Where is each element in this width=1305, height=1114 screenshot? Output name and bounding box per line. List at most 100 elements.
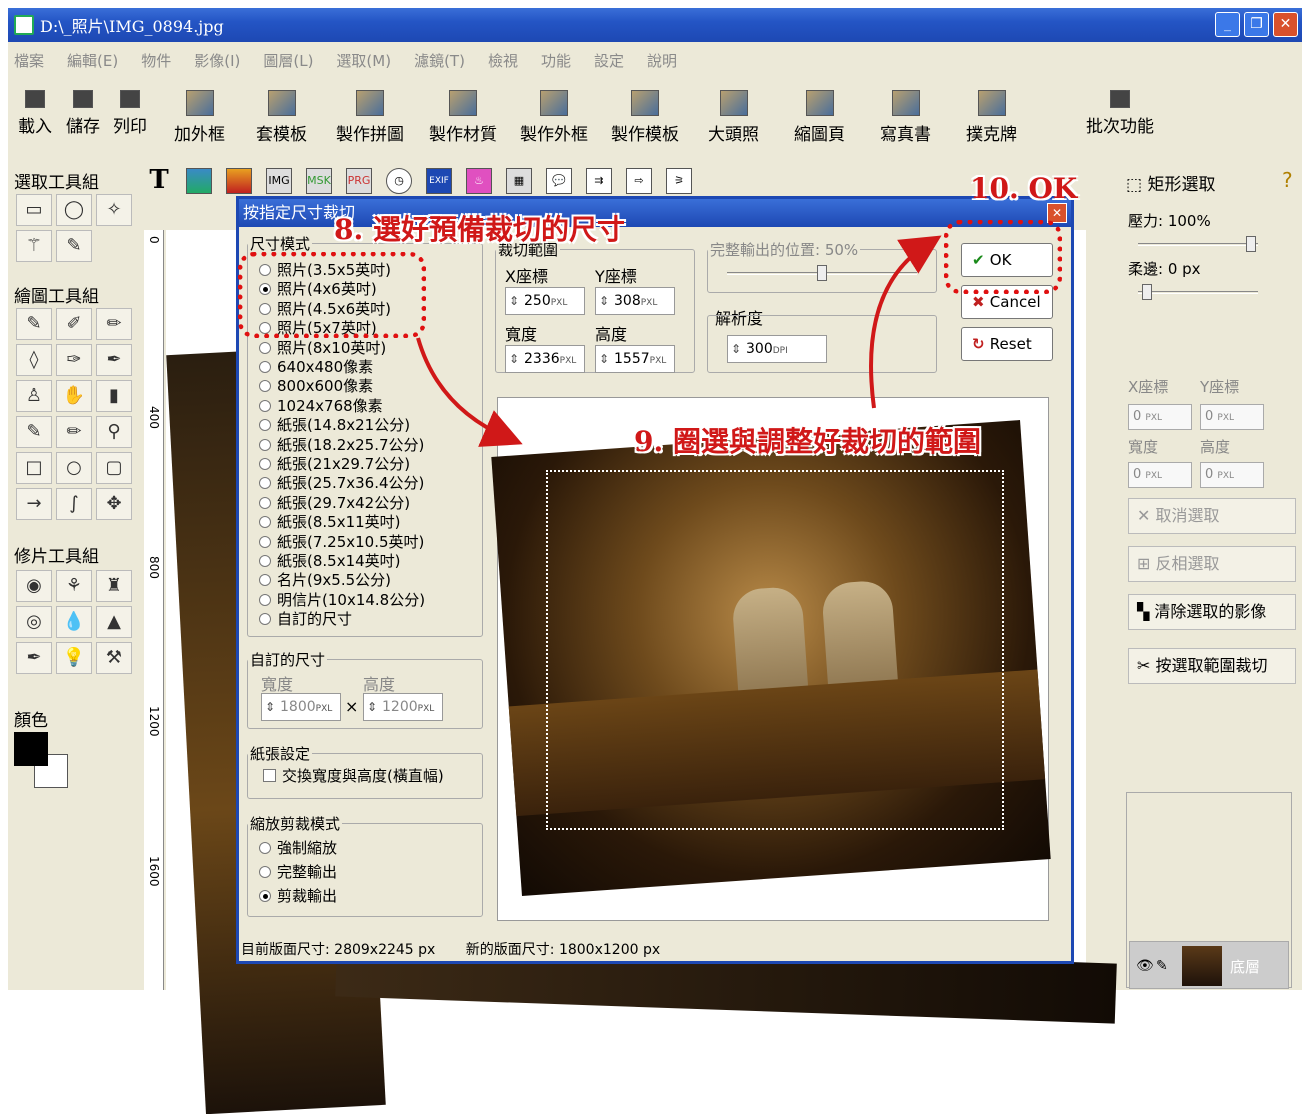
- airbrush-tool[interactable]: ✐: [56, 308, 92, 340]
- smudge-tool[interactable]: ✑: [56, 344, 92, 376]
- swap-dimensions-checkbox[interactable]: 交換寬度與高度(橫直幅): [263, 765, 444, 786]
- menu-object[interactable]: 物件: [141, 50, 171, 71]
- ellipse-shape-tool[interactable]: ○: [56, 452, 92, 484]
- size-option-radio[interactable]: 640x480像素: [259, 356, 373, 377]
- radio-dot[interactable]: [259, 574, 271, 587]
- radio-dot[interactable]: [259, 419, 271, 432]
- make-template-button[interactable]: 製作模板: [611, 90, 679, 145]
- img-object-icon[interactable]: IMG: [266, 168, 292, 194]
- brush-tool[interactable]: ✎: [16, 308, 52, 340]
- align-icon[interactable]: ⇉: [586, 168, 612, 194]
- minimize-button[interactable]: _: [1215, 12, 1240, 37]
- close-button[interactable]: ✕: [1273, 12, 1298, 37]
- size-option-radio[interactable]: 紙張(21x29.7公分): [259, 453, 410, 474]
- height-field[interactable]: 0 PXL: [1200, 462, 1264, 488]
- size-option-radio[interactable]: 紙張(18.2x25.7公分): [259, 434, 424, 455]
- speech-bubble-icon[interactable]: 💬: [546, 168, 572, 194]
- radio-dot[interactable]: [259, 535, 271, 548]
- mask-object-icon[interactable]: MSK: [306, 168, 332, 194]
- feather-slider[interactable]: [1128, 284, 1268, 300]
- text-tool-icon[interactable]: T: [146, 167, 172, 194]
- menu-layer[interactable]: 圖層(L): [263, 50, 313, 71]
- radio-dot[interactable]: [259, 399, 271, 412]
- rectangle-shape-tool[interactable]: □: [16, 452, 52, 484]
- pen-tool[interactable]: ✏: [56, 416, 92, 448]
- dodge-tool[interactable]: ♜: [96, 570, 132, 602]
- radio-dot[interactable]: [259, 341, 271, 354]
- menu-edit[interactable]: 編輯(E): [67, 50, 118, 71]
- arrow-shape-icon[interactable]: ⇨: [626, 168, 652, 194]
- size-option-radio[interactable]: 1024x768像素: [259, 395, 383, 416]
- menu-settings[interactable]: 設定: [594, 50, 624, 71]
- radio-dot[interactable]: [259, 380, 271, 393]
- eye-icon[interactable]: 👁: [1136, 958, 1154, 974]
- blur-tool[interactable]: 💧: [56, 606, 92, 638]
- scale-option-radio[interactable]: 強制縮放: [259, 837, 337, 858]
- crop-preview[interactable]: [491, 397, 1051, 921]
- size-option-radio[interactable]: 名片(9x5.5公分): [259, 569, 391, 590]
- apply-template-button[interactable]: 套模板: [256, 90, 307, 145]
- size-option-radio[interactable]: 紙張(25.7x36.4公分): [259, 472, 424, 493]
- sharpen-tool[interactable]: ◎: [16, 606, 52, 638]
- eyedropper-tool[interactable]: ⚲: [96, 416, 132, 448]
- menu-select[interactable]: 選取(M): [336, 50, 391, 71]
- radio-dot[interactable]: [259, 361, 271, 373]
- radio-dot[interactable]: [259, 438, 271, 451]
- checkbox-box[interactable]: [263, 769, 276, 782]
- scale-option-radio[interactable]: 剪裁輸出: [259, 885, 337, 906]
- radio-dot[interactable]: [259, 496, 271, 509]
- radio-dot[interactable]: [259, 866, 271, 878]
- load-button[interactable]: 載入: [18, 90, 52, 137]
- reset-button[interactable]: ↻ Reset: [961, 327, 1053, 361]
- clear-selection-button[interactable]: ▚ 清除選取的影像: [1128, 594, 1296, 630]
- menu-help[interactable]: 說明: [647, 50, 677, 71]
- clone-tool[interactable]: ⚘: [56, 570, 92, 602]
- radio-dot[interactable]: [259, 477, 271, 490]
- crop-selection-box[interactable]: [546, 470, 1004, 830]
- prg-object-icon[interactable]: PRG: [346, 168, 372, 194]
- size-option-radio[interactable]: 紙張(29.7x42公分): [259, 492, 410, 513]
- hand-tool[interactable]: ✋: [56, 380, 92, 412]
- stamp-tool[interactable]: ♙: [16, 380, 52, 412]
- batch-function-button[interactable]: 批次功能: [1086, 90, 1154, 137]
- radio-dot[interactable]: [259, 516, 271, 529]
- radio-dot[interactable]: [259, 890, 271, 902]
- gradient-tool[interactable]: ▮: [96, 380, 132, 412]
- edit-layer-icon[interactable]: ✎: [1156, 958, 1168, 974]
- heal-tool[interactable]: ⚒: [96, 642, 132, 674]
- id-photo-button[interactable]: 大頭照: [708, 90, 759, 145]
- resolution-input[interactable]: 300DPI: [727, 335, 827, 363]
- width-field[interactable]: 0 PXL: [1128, 462, 1192, 488]
- make-texture-button[interactable]: 製作材質: [429, 90, 497, 145]
- size-option-radio[interactable]: 照片(8x10英吋): [259, 337, 386, 358]
- arrange-icon[interactable]: ⚞: [666, 168, 692, 194]
- pressure-slider[interactable]: [1128, 236, 1268, 252]
- color-brush-tool[interactable]: ✏: [96, 308, 132, 340]
- make-frame-button[interactable]: 製作外框: [520, 90, 588, 145]
- birthday-cake-icon[interactable]: ♨: [466, 168, 492, 194]
- maximize-button[interactable]: ❐: [1244, 12, 1269, 37]
- crop-selection-button[interactable]: ✂ 按選取範圍裁切: [1128, 648, 1296, 684]
- radio-dot[interactable]: [259, 458, 271, 470]
- output-position-thumb[interactable]: [817, 265, 827, 281]
- rounded-rect-tool[interactable]: ▢: [96, 452, 132, 484]
- clock-icon[interactable]: ◷: [386, 168, 412, 194]
- make-puzzle-button[interactable]: 製作拼圖: [336, 90, 404, 145]
- menu-view[interactable]: 檢視: [488, 50, 518, 71]
- size-option-radio[interactable]: 紙張(7.25x10.5英吋): [259, 531, 424, 552]
- lightbulb-tool[interactable]: 💡: [56, 642, 92, 674]
- size-option-radio[interactable]: 紙張(8.5x14英吋): [259, 550, 401, 571]
- magic-wand-tool[interactable]: ⚚: [16, 230, 52, 262]
- size-option-radio[interactable]: 800x600像素: [259, 375, 373, 396]
- add-frame-button[interactable]: 加外框: [174, 90, 225, 145]
- curve-tool[interactable]: ∫: [56, 488, 92, 520]
- invert-select-button[interactable]: ⊞ 反相選取: [1128, 546, 1296, 582]
- print-button[interactable]: 列印: [113, 90, 147, 137]
- size-option-radio[interactable]: 紙張(14.8x21公分): [259, 414, 410, 435]
- x-field[interactable]: 0 PXL: [1128, 404, 1192, 430]
- size-option-radio[interactable]: 紙張(8.5x11英吋): [259, 511, 401, 532]
- calendar-icon[interactable]: ▦: [506, 168, 532, 194]
- eraser-tool[interactable]: ◊: [16, 344, 52, 376]
- radio-dot[interactable]: [259, 555, 271, 567]
- size-option-radio[interactable]: 明信片(10x14.8公分): [259, 589, 425, 610]
